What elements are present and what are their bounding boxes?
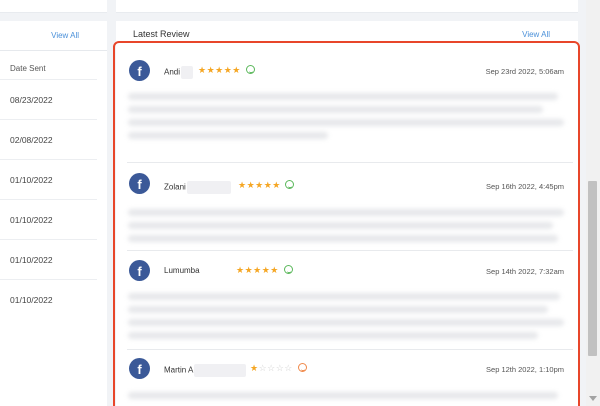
card-title: Latest Review: [133, 29, 190, 39]
facebook-icon: f: [129, 358, 150, 379]
review-item[interactable]: f Zolani ★★★★★ Sep 16th 2022, 4:45pm: [127, 163, 573, 251]
review-text-redacted: [128, 293, 568, 345]
table-row: 01/10/2022: [0, 239, 97, 279]
review-date: Sep 23rd 2022, 5:06am: [485, 67, 564, 76]
star-rating: ★★★★★: [238, 180, 281, 190]
view-all-link[interactable]: View All: [522, 30, 550, 39]
star-rating: ★☆☆☆☆: [250, 363, 293, 373]
reviewer-name: Lumumba: [164, 266, 200, 275]
review-date: Sep 16th 2022, 4:45pm: [486, 182, 564, 191]
review-item[interactable]: f Andi ★★★★★ Sep 23rd 2022, 5:06am: [127, 57, 573, 163]
scrollbar-thumb[interactable]: [588, 181, 597, 356]
table-row: 02/08/2022: [0, 119, 97, 159]
table-row: 01/10/2022: [0, 279, 97, 319]
date-cell: 01/10/2022: [10, 255, 53, 265]
facebook-icon: f: [129, 60, 150, 81]
date-cell: 02/08/2022: [10, 135, 53, 145]
review-item[interactable]: f Lumumba ★★★★★ Sep 14th 2022, 7:32am: [127, 251, 573, 350]
star-rating: ★★★★★: [198, 65, 241, 75]
facebook-icon: f: [129, 260, 150, 281]
date-cell: 08/23/2022: [10, 95, 53, 105]
divider: [0, 50, 107, 51]
date-cell: 01/10/2022: [10, 295, 53, 305]
review-text-redacted: [128, 392, 568, 405]
scroll-down-arrow-icon[interactable]: [589, 396, 597, 401]
frown-icon: [298, 363, 307, 372]
card-top-edge-right: [116, 0, 578, 13]
review-item[interactable]: f Martin A ★☆☆☆☆ Sep 12th 2022, 1:10pm: [127, 350, 573, 406]
review-text-redacted: [128, 93, 568, 145]
card-top-edge-left: [0, 0, 107, 13]
review-list: f Andi ★★★★★ Sep 23rd 2022, 5:06am f Zol…: [127, 57, 573, 406]
date-sent-header: Date Sent: [10, 64, 46, 73]
date-cell: 01/10/2022: [10, 215, 53, 225]
review-date: Sep 14th 2022, 7:32am: [486, 267, 564, 276]
date-cell: 01/10/2022: [10, 175, 53, 185]
sent-requests-card: View All Date Sent 08/23/2022 02/08/2022…: [0, 21, 107, 406]
reviewer-name: Zolani: [164, 181, 231, 194]
smile-icon: [246, 65, 255, 74]
table-row: 01/10/2022: [0, 159, 97, 199]
smile-icon: [285, 180, 294, 189]
smile-icon: [284, 265, 293, 274]
table-row: 08/23/2022: [0, 79, 97, 119]
review-text-redacted: [128, 209, 568, 248]
star-rating: ★★★★★: [236, 265, 279, 275]
table-row: 01/10/2022: [0, 199, 97, 239]
view-all-link[interactable]: View All: [51, 31, 79, 40]
reviewer-name: Martin A: [164, 364, 247, 377]
reviewer-name: Andi: [164, 66, 194, 79]
review-date: Sep 12th 2022, 1:10pm: [486, 365, 564, 374]
facebook-icon: f: [129, 173, 150, 194]
